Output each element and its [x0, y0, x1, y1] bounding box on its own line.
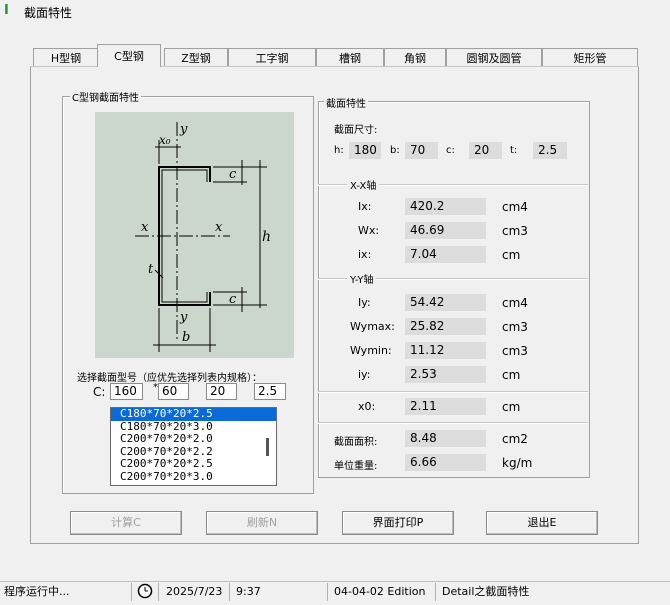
selection-prefix: C: [93, 385, 106, 399]
label-t: t [148, 262, 154, 277]
label-x-right: x [215, 220, 223, 235]
dim-c-label: c: [446, 145, 455, 156]
c-input[interactable]: 20 [206, 383, 237, 400]
ix-radius-label: ix: [358, 248, 372, 261]
ix-unit: cm4 [502, 200, 528, 214]
dim-b-value: 70 [405, 142, 438, 159]
area-value: 8.48 [405, 430, 486, 447]
props-group-title: 截面特性 [324, 95, 368, 110]
wymax-unit: cm3 [502, 320, 528, 334]
clock-icon [133, 583, 159, 601]
t-input[interactable]: 2.5 [254, 383, 286, 400]
x0-value: 2.11 [405, 398, 486, 415]
list-item[interactable]: C200*70*20*3.0 [111, 470, 276, 484]
area-unit: cm2 [502, 432, 528, 446]
yy-axis-title: Y-Y轴 [347, 271, 377, 286]
label-x-left: x [141, 220, 149, 235]
b-input[interactable]: 60 [158, 383, 189, 400]
weight-unit: kg/m [502, 456, 533, 470]
iy-radius-unit: cm [502, 368, 521, 382]
dim-t-value: 2.5 [533, 142, 567, 159]
label-h: h [262, 229, 271, 245]
tab-i-beam[interactable]: 工字钢 [228, 48, 316, 67]
refresh-button[interactable]: 刷新N [206, 511, 318, 535]
list-item[interactable]: C200*70*20*2.5 [111, 457, 276, 471]
wx-value: 46.69 [405, 222, 486, 239]
wx-label: Wx: [358, 224, 380, 237]
calc-button[interactable]: 计算C [70, 511, 182, 535]
wymax-value: 25.82 [405, 318, 486, 335]
title-bar [0, 0, 670, 22]
ix-label: Ix: [358, 200, 372, 213]
c-section-drawing: y y x x x₀ c c h t b [135, 122, 271, 352]
window-title: 截面特性 [24, 6, 73, 20]
divider [318, 422, 588, 424]
tab-rect-tube[interactable]: 矩形管 [542, 48, 638, 67]
ix-radius-unit: cm [502, 248, 521, 262]
tab-channel[interactable]: 槽钢 [316, 48, 384, 67]
list-item[interactable]: C200*70*20*2.0 [111, 432, 276, 446]
section-diagram: y y x x x₀ c c h t b [95, 112, 294, 358]
iy-radius-label: iy: [358, 368, 371, 381]
tab-h-steel[interactable]: H型钢 [33, 48, 99, 67]
label-y-top: y [179, 122, 188, 137]
wymax-label: Wymax: [350, 320, 395, 333]
iy-unit: cm4 [502, 296, 528, 310]
print-button[interactable]: 界面打印P [342, 511, 454, 535]
status-edition: 04-04-02 Edition [330, 583, 436, 601]
dim-c-value: 20 [469, 142, 502, 159]
weight-label: 单位重量: [334, 461, 378, 472]
divider [318, 391, 588, 393]
wx-unit: cm3 [502, 224, 528, 238]
weight-value: 6.66 [405, 454, 486, 471]
dims-label: 截面尺寸: [334, 125, 378, 136]
label-b: b [182, 330, 190, 345]
tab-angle[interactable]: 角钢 [384, 48, 446, 67]
c-steel-group-title: C型钢截面特性 [70, 89, 141, 104]
exit-button[interactable]: 退出E [486, 511, 598, 535]
tab-round[interactable]: 圆钢及圆管 [446, 48, 542, 67]
iy-radius-value: 2.53 [405, 366, 486, 383]
dim-h-value: 180 [349, 142, 381, 159]
section-list[interactable]: C180*70*20*2.5 C180*70*20*3.0 C200*70*20… [110, 407, 277, 486]
iy-value: 54.42 [405, 294, 486, 311]
status-detail: Detail之截面特性 [442, 585, 530, 598]
x0-unit: cm [502, 400, 521, 414]
list-scrollbar-thumb[interactable] [266, 438, 269, 456]
xx-axis-title: X-X轴 [347, 177, 380, 192]
wymin-value: 11.12 [405, 342, 486, 359]
dim-b-label: b: [390, 145, 400, 156]
status-time: 9:37 [232, 583, 328, 601]
label-x0: x₀ [159, 133, 171, 147]
dim-h-label: h: [334, 145, 344, 156]
area-label: 截面面积: [334, 437, 378, 448]
tab-c-steel[interactable]: C型钢 [97, 44, 161, 67]
selection-prompt: 选择截面型号（应优先选择列表内规格）： [77, 373, 262, 384]
label-c-top: c [229, 167, 237, 182]
wymin-unit: cm3 [502, 344, 528, 358]
iy-label: Iy: [358, 296, 371, 309]
x0-label: x0: [358, 400, 376, 413]
label-y-bottom: y [179, 310, 188, 325]
ix-radius-value: 7.04 [405, 246, 486, 263]
dim-t-label: t: [510, 145, 518, 156]
app-icon: I [4, 3, 9, 18]
label-c-bottom: c [229, 292, 237, 307]
status-date: 2025/7/23 [162, 583, 230, 601]
status-state: 程序运行中... [0, 583, 132, 601]
list-item[interactable]: C180*70*20*2.5 [111, 408, 276, 421]
ix-value: 420.2 [405, 198, 486, 215]
h-input[interactable]: 160 [110, 383, 143, 400]
tab-z-steel[interactable]: Z型钢 [164, 48, 228, 67]
wymin-label: Wymin: [350, 344, 392, 357]
